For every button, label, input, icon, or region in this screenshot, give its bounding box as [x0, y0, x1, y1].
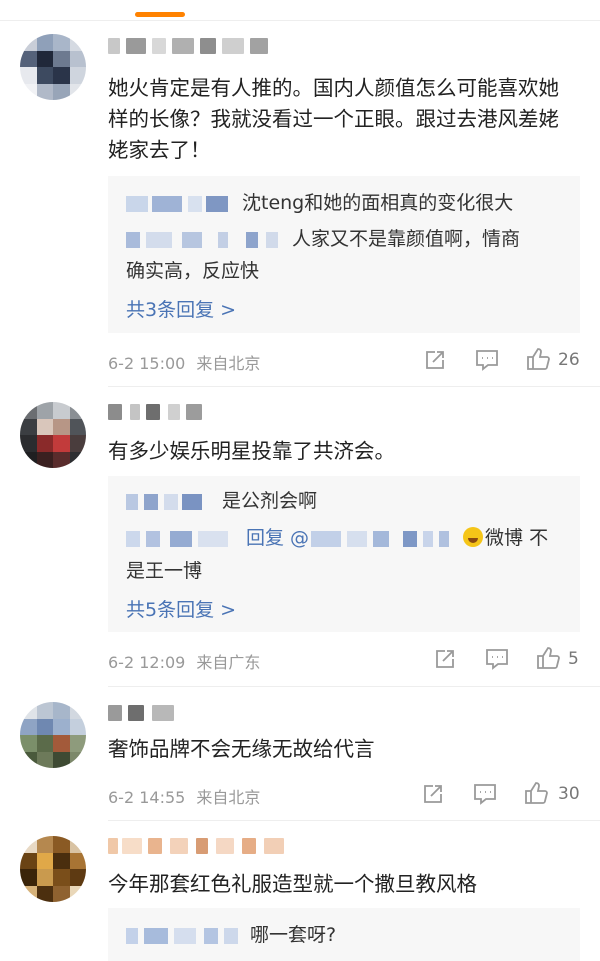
like-count: 26	[558, 350, 580, 370]
reply-text: 微博 不	[485, 527, 549, 549]
comment-text: 她火肯定是有人推的。国内人颜值怎么可能喜欢她样的长像？我就没看过一个正眼。跟过去…	[108, 76, 559, 162]
mention-masked[interactable]	[311, 529, 455, 549]
avatar[interactable]	[20, 702, 86, 768]
reply-box[interactable]: 哪一套呀?	[108, 908, 580, 961]
reply-username-masked[interactable]	[126, 926, 244, 946]
reply-text: 是王一博	[126, 560, 203, 582]
laugh-emoji-icon	[463, 527, 484, 547]
timestamp: 6-2 12:09	[108, 653, 186, 672]
like-icon[interactable]	[536, 646, 560, 670]
location: 来自北京	[196, 354, 261, 373]
comment-text: 奢饰品牌不会无缘无故给代言	[108, 737, 375, 761]
avatar[interactable]	[20, 34, 86, 100]
reply-text: 哪一套呀?	[250, 924, 337, 946]
reply-box[interactable]: 沈teng和她的面相真的变化很大 人家又不是靠颜值啊，情商 确实高，反应快 共3…	[108, 176, 580, 333]
location: 来自广东	[196, 653, 261, 672]
active-tab-indicator	[135, 12, 185, 17]
like-icon[interactable]	[524, 781, 548, 805]
more-replies-link[interactable]: 共3条回复 >	[126, 295, 236, 322]
avatar[interactable]	[20, 836, 86, 902]
comment-meta: 6-2 15:00 来自北京	[108, 350, 260, 374]
share-icon[interactable]	[422, 783, 444, 805]
location: 来自北京	[196, 788, 261, 807]
comment-text: 有多少娱乐明星投靠了共济会。	[108, 439, 395, 463]
share-icon[interactable]	[424, 349, 446, 371]
reply-text: 沈teng和她的面相真的变化很大	[242, 192, 514, 214]
reply-username-masked[interactable]	[126, 230, 286, 250]
like-count: 5	[568, 649, 579, 669]
comment-icon[interactable]	[475, 349, 499, 371]
reply-text: 是公剂会啊	[222, 490, 318, 512]
avatar[interactable]	[20, 402, 86, 468]
timestamp: 6-2 14:55	[108, 788, 186, 807]
comment-icon[interactable]	[485, 648, 509, 670]
reply-username-masked[interactable]	[126, 529, 240, 549]
tab-bar	[0, 0, 600, 21]
reply-username-masked[interactable]	[126, 194, 236, 214]
comment-meta: 6-2 14:55 来自北京	[108, 784, 260, 808]
timestamp: 6-2 15:00	[108, 354, 186, 373]
reply-text: 回复 @	[246, 527, 310, 549]
share-icon[interactable]	[434, 648, 456, 670]
like-icon[interactable]	[526, 347, 550, 371]
reply-text: 人家又不是靠颜值啊，情商	[292, 228, 521, 250]
comment-text: 今年那套红色礼服造型就一个撒旦教风格	[108, 872, 477, 896]
reply-box[interactable]: 是公剂会啊 回复 @ 微博 不 是王一博 共5条回复 >	[108, 476, 580, 632]
comment-icon[interactable]	[473, 783, 497, 805]
comment-meta: 6-2 12:09 来自广东	[108, 649, 260, 673]
like-count: 30	[558, 784, 580, 804]
reply-text: 确实高，反应快	[126, 260, 260, 282]
more-replies-link[interactable]: 共5条回复 >	[126, 595, 236, 622]
reply-username-masked[interactable]	[126, 492, 216, 512]
